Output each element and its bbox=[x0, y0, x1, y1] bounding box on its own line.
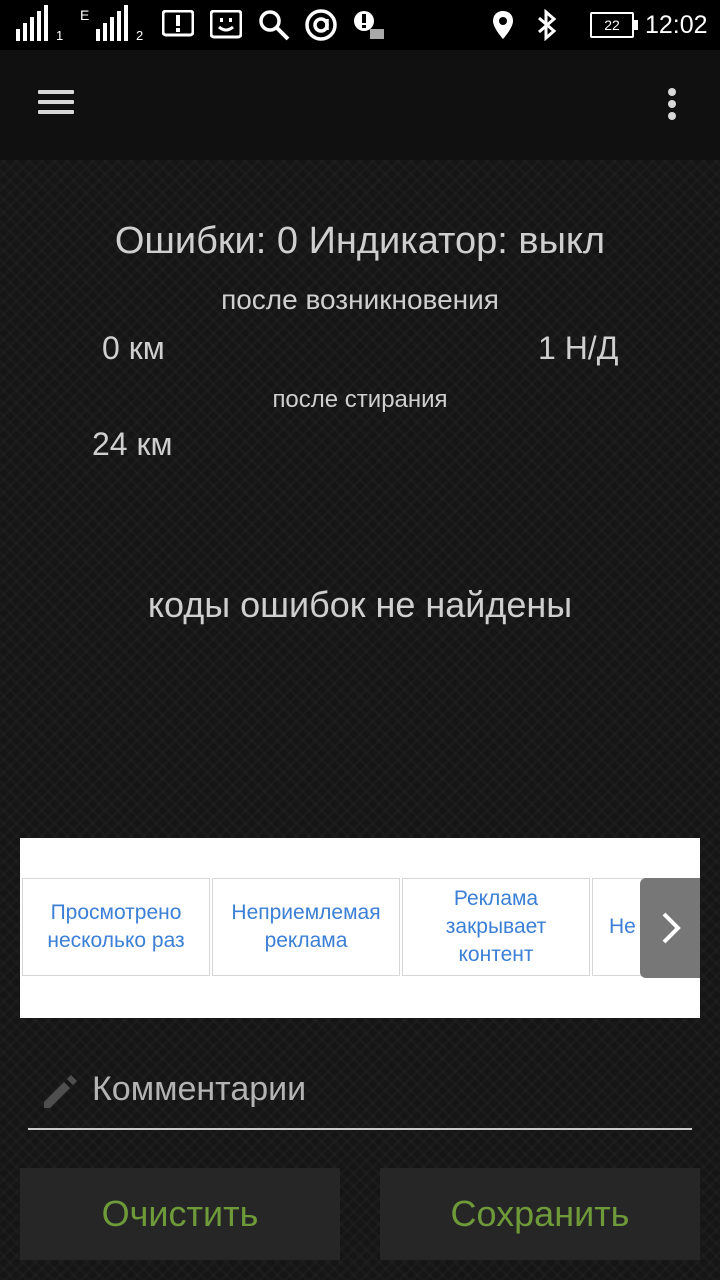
ad-feedback-option[interactable]: Неприемлемая реклама bbox=[212, 878, 400, 976]
hamburger-menu-icon[interactable] bbox=[32, 78, 80, 126]
after-occurrence-value: 1 Н/Д bbox=[538, 330, 619, 366]
network-type: E bbox=[80, 7, 90, 23]
clear-button[interactable]: Очистить bbox=[20, 1168, 340, 1260]
after-occurrence-distance: 0 км bbox=[102, 330, 165, 366]
status-bar: 1 E 2 22 12:02 bbox=[0, 0, 720, 50]
location-icon bbox=[492, 0, 514, 50]
battery-icon: 22 bbox=[590, 0, 638, 50]
alert-message-icon bbox=[162, 0, 194, 50]
no-codes-message: коды ошибок не найдены bbox=[147, 584, 573, 625]
chevron-right-icon bbox=[662, 912, 681, 944]
ad-feedback-option[interactable]: Реклама закрывает контент bbox=[402, 878, 590, 976]
next-arrow-button[interactable] bbox=[640, 878, 700, 978]
smiley-icon bbox=[210, 0, 242, 50]
errors-headline: Ошибки: 0 Индикатор: выкл bbox=[114, 220, 606, 262]
after-occurrence-label: после возникновения bbox=[221, 284, 499, 315]
ad-feedback-option[interactable]: Просмотрено несколько раз bbox=[22, 878, 210, 976]
clock: 12:02 bbox=[645, 10, 708, 39]
bluetooth-icon bbox=[536, 0, 558, 50]
at-icon bbox=[304, 0, 338, 50]
search-icon bbox=[258, 0, 290, 50]
after-clear-distance: 24 км bbox=[92, 426, 173, 462]
signal-icon bbox=[96, 0, 140, 50]
comment-field[interactable]: Комментарии bbox=[28, 1060, 692, 1130]
pencil-icon bbox=[44, 1075, 77, 1108]
comment-placeholder: Комментарии bbox=[92, 1070, 307, 1108]
battery-level: 22 bbox=[604, 17, 620, 33]
ad-feedback-panel: Просмотрено несколько раз Неприемлемая р… bbox=[20, 838, 700, 1018]
signal-icon bbox=[16, 0, 60, 50]
notification-icon bbox=[352, 0, 386, 50]
app-toolbar bbox=[0, 50, 720, 160]
more-vertical-icon[interactable] bbox=[652, 78, 692, 130]
save-button[interactable]: Сохранить bbox=[380, 1168, 700, 1260]
after-clear-label: после стирания bbox=[272, 386, 448, 413]
